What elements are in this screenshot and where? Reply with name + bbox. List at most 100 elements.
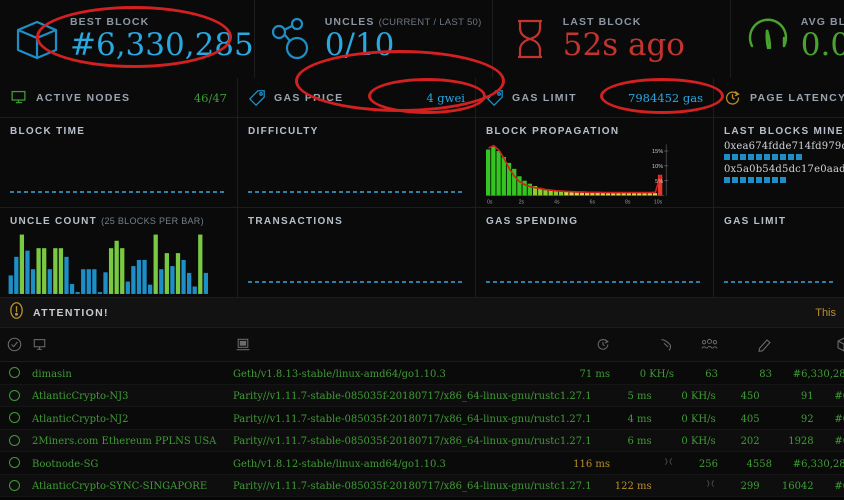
status-indicator-icon	[9, 457, 20, 468]
table-row[interactable]: AtlanticCrypto-NJ3Parity//v1.11.7-stable…	[0, 385, 844, 408]
miner-block-bars	[724, 154, 834, 160]
stat-sublabel: (current / last 50)	[379, 17, 482, 28]
panel-difficulty: Difficulty	[238, 118, 476, 207]
miner-block-bar	[740, 177, 746, 183]
node-pending-txns-cell: 83	[724, 364, 778, 382]
table-row[interactable]: 2Miners.com Ethereum PPLNS USAParity//v1…	[0, 430, 844, 453]
miner-block-bar	[732, 154, 738, 160]
miner-entry: 0xea674fdde714fd979de	[724, 141, 834, 160]
stat-label: Active Nodes	[36, 92, 130, 104]
node-block-cell: #6,330,285	[820, 386, 844, 404]
table-body: dimasinGeth/v1.8.13-stable/linux-amd64/g…	[0, 362, 844, 497]
miner-block-bar	[764, 177, 770, 183]
node-peers: 63	[705, 369, 718, 380]
node-peers: 202	[741, 436, 760, 447]
table-row[interactable]: dimasinGeth/v1.8.13-stable/linux-amd64/g…	[0, 362, 844, 385]
hashrate-header[interactable]	[618, 337, 680, 352]
secondary-stats-row: Active Nodes 46/47 Gas Price 4 gwei Gas …	[0, 78, 844, 118]
stat-gas-limit: Gas Limit 7984452 gas	[476, 78, 714, 117]
stat-value: 7984452 gas	[628, 91, 703, 105]
panel-title: Transactions	[248, 216, 465, 227]
node-name: AtlanticCrypto-NJ3	[32, 391, 129, 402]
node-peers: 256	[699, 459, 718, 470]
mining-off-icon	[705, 476, 716, 494]
node-client-cell: Geth/v1.8.13-stable/linux-amd64/go1.10.3	[233, 364, 550, 382]
node-block-cell: #6,330,285	[778, 454, 844, 472]
panel-title: Block Time	[10, 126, 227, 137]
svg-text:8s: 8s	[625, 199, 631, 205]
stat-value: 52s ago	[563, 28, 685, 62]
cube-icon	[8, 10, 66, 68]
svg-text:5%: 5%	[655, 179, 663, 185]
node-name: Bootnode-SG	[32, 459, 98, 470]
node-name-cell: AtlanticCrypto-SYNC-SINGAPORE	[28, 476, 233, 494]
pending-header[interactable]	[724, 338, 778, 352]
miner-block-bar	[756, 154, 762, 160]
node-block: #6,330,285	[834, 391, 844, 402]
table-row[interactable]: Bootnode-SGGeth/v1.8.12-stable/linux-amd…	[0, 452, 844, 475]
table-header-row	[0, 328, 844, 362]
node-pending-txns: 1928	[788, 436, 813, 447]
stat-value: 0/10	[325, 28, 482, 62]
node-block: #6,330,285	[793, 459, 844, 470]
miner-block-bar	[796, 154, 802, 160]
attention-label: Attention!	[33, 307, 109, 319]
latency-header[interactable]	[550, 337, 618, 352]
node-status-cell	[0, 367, 28, 378]
node-block: #6,330,285	[793, 369, 844, 380]
node-block-cell: #6,330,285	[778, 364, 844, 382]
node-pending-txns: 16042	[782, 481, 814, 492]
miner-block-bar	[780, 177, 786, 183]
stat-label: Gas Limit	[512, 92, 577, 104]
node-pending-txns-cell: 91	[766, 386, 820, 404]
node-status-cell	[0, 435, 28, 446]
panel-uncle-count: Uncle Count (25 blocks per bar)	[0, 208, 238, 297]
node-pending-txns: 83	[759, 369, 772, 380]
client-header[interactable]	[233, 337, 550, 352]
node-hashrate: 0 KH/s	[681, 391, 715, 402]
empty-chart-baseline	[486, 281, 703, 283]
charts-row-1: Block Time Difficulty Block Propagation …	[0, 118, 844, 208]
stat-value: 0.00	[801, 28, 844, 62]
svg-text:6s: 6s	[590, 199, 596, 205]
node-latency-cell: 122 ms	[592, 476, 660, 494]
panel-title: Gas Limit	[724, 216, 834, 227]
table-row[interactable]: AtlanticCrypto-SYNC-SINGAPOREParity//v1.…	[0, 475, 844, 498]
charts-row-2: Uncle Count (25 blocks per bar) Transact…	[0, 208, 844, 298]
miner-block-bar	[748, 177, 754, 183]
tag-icon	[248, 89, 274, 107]
peers-header[interactable]	[680, 338, 724, 351]
node-name-cell: dimasin	[28, 364, 233, 382]
miner-block-bars	[724, 177, 834, 183]
hourglass-icon	[501, 10, 559, 68]
node-header[interactable]	[28, 337, 233, 352]
miner-block-bar	[764, 154, 770, 160]
node-pending-txns: 91	[801, 391, 814, 402]
node-latency: 122 ms	[615, 481, 652, 492]
node-hashrate-cell: 0 KH/s	[660, 409, 722, 427]
node-client-cell: Parity//v1.11.7-stable-085035f-20180717/…	[233, 431, 592, 449]
status-header[interactable]	[0, 337, 28, 352]
stat-value: #6,330,285	[70, 28, 254, 62]
node-peers-cell: 299	[722, 476, 766, 494]
node-peers-cell: 256	[680, 454, 724, 472]
node-latency: 71 ms	[579, 369, 610, 380]
stat-gas-price: Gas Price 4 gwei	[238, 78, 476, 117]
block-header[interactable]	[778, 336, 844, 353]
panel-gas-limit-chart: Gas Limit	[714, 208, 844, 297]
node-name: AtlanticCrypto-NJ2	[32, 414, 129, 425]
block-propagation-chart: 0s2s4s6s8s10s15%10%5%	[484, 140, 707, 205]
node-hashrate: 0 KH/s	[681, 414, 715, 425]
stat-active-nodes: Active Nodes 46/47	[0, 78, 238, 117]
node-peers-cell: 405	[722, 409, 766, 427]
node-client: Parity//v1.11.7-stable-085035f-20180717/…	[233, 414, 592, 425]
stat-value: 4 gwei	[426, 91, 465, 105]
miner-address: 0xea674fdde714fd979de	[724, 141, 834, 152]
node-peers: 299	[741, 481, 760, 492]
node-client: Parity//v1.11.7-stable-085035f-20180717/…	[233, 436, 592, 447]
miner-block-bar	[732, 177, 738, 183]
miner-block-bar	[756, 177, 762, 183]
panel-title: Gas Spending	[486, 216, 703, 227]
miner-block-bar	[772, 154, 778, 160]
table-row[interactable]: AtlanticCrypto-NJ2 Parity//v1.11.7-stable…	[0, 407, 844, 430]
